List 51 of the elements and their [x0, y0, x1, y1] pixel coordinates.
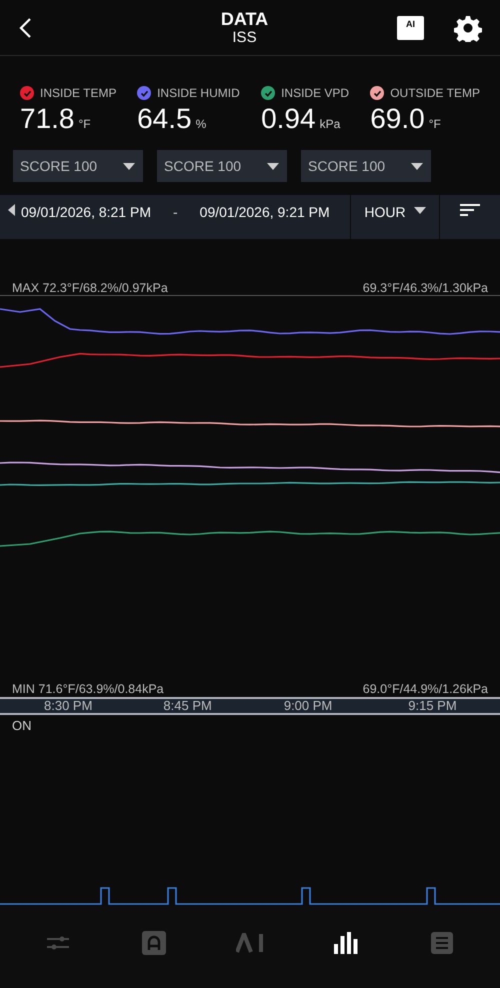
- check-icon: [22, 88, 32, 98]
- letter-tile-icon: [142, 930, 166, 954]
- settings-icon[interactable]: [454, 14, 482, 42]
- time-label: 8:45 PM: [163, 699, 212, 713]
- checkbox[interactable]: [20, 86, 34, 100]
- score-dropdown[interactable]: SCORE 100: [157, 150, 287, 182]
- sensor-value: 69.0: [370, 102, 425, 136]
- unit-label: %: [196, 116, 206, 133]
- max-label: 69.3°F/46.3%/1.30kPa: [362, 280, 488, 295]
- ai-chat-button[interactable]: AI: [396, 16, 424, 40]
- time-label: 9:15 PM: [408, 699, 457, 713]
- chevron-bar-icon: [236, 932, 264, 952]
- checkbox[interactable]: [137, 86, 152, 100]
- caret-icon: [414, 207, 426, 214]
- window-title: DATA: [220, 8, 268, 28]
- bar-chart-icon: [334, 932, 358, 954]
- check-icon: [264, 88, 273, 98]
- start-date[interactable]: 09/01/2026, 8:21 PM: [21, 202, 151, 223]
- list-icon: [431, 932, 453, 954]
- sensor-value: 0.94: [261, 102, 316, 136]
- unit-label: °F: [428, 116, 441, 133]
- window-subtitle: ISS: [232, 28, 257, 46]
- sensor-label: INSIDE TEMP: [40, 85, 116, 102]
- time-label: 9:00 PM: [284, 699, 332, 713]
- check-icon: [372, 88, 382, 98]
- state-label: ON: [11, 717, 32, 735]
- caret-icon: [123, 162, 135, 170]
- sensor-label: OUTSIDE TEMP: [390, 85, 480, 102]
- max-label: MAX 72.3°F/68.2%/0.97kPa: [12, 280, 168, 295]
- checkbox[interactable]: [261, 86, 276, 100]
- sensor-label: INSIDE VPD: [281, 85, 350, 102]
- end-date[interactable]: 09/01/2026, 9:21 PM: [200, 202, 330, 223]
- back-icon[interactable]: [18, 16, 32, 38]
- sort-icon[interactable]: [460, 204, 480, 218]
- unit-label: kPa: [320, 116, 340, 133]
- score-dropdown[interactable]: SCORE 100: [13, 150, 143, 182]
- sensor-label: INSIDE HUMID: [157, 85, 240, 102]
- score-dropdown[interactable]: SCORE 100: [301, 150, 431, 182]
- time-label: 8:30 PM: [44, 699, 92, 713]
- previous-icon[interactable]: [8, 204, 15, 216]
- checkbox[interactable]: [370, 86, 384, 100]
- check-icon: [140, 88, 149, 98]
- caret-icon: [411, 162, 423, 170]
- range-separator: -: [173, 203, 178, 222]
- period-dropdown[interactable]: HOUR: [351, 195, 440, 239]
- unit-label: °F: [78, 116, 91, 133]
- min-label: MIN 71.6°F/63.9%/0.84kPa: [12, 681, 164, 697]
- sensor-value: 71.8: [20, 102, 74, 136]
- sensor-value: 64.5: [137, 102, 192, 136]
- caret-icon: [267, 162, 279, 170]
- min-label: 69.0°F/44.9%/1.26kPa: [362, 681, 488, 697]
